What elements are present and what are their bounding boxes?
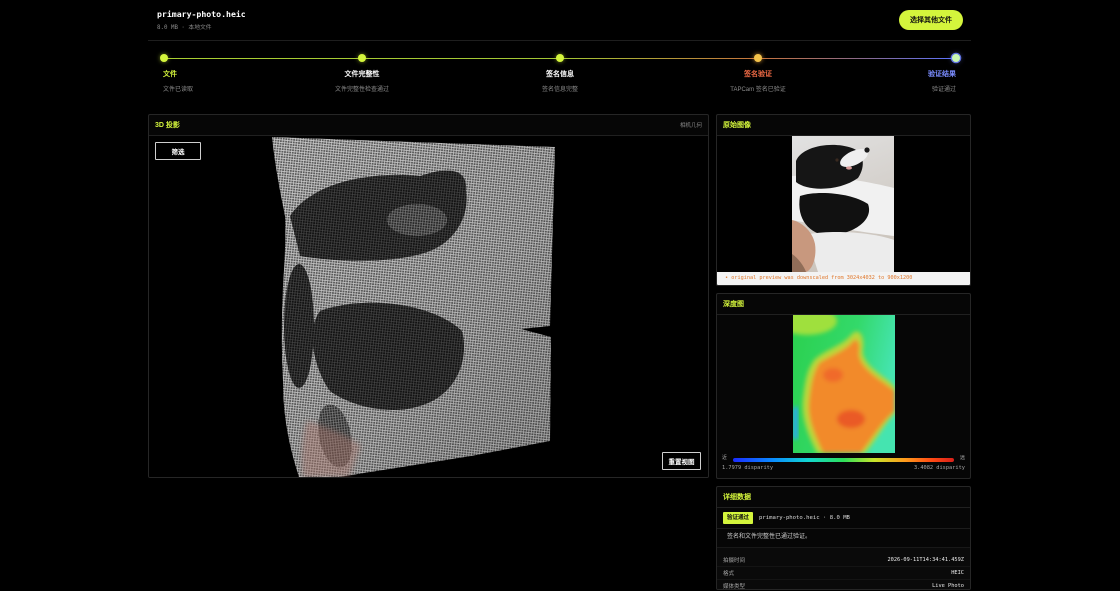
step-label: 文件完整性 bbox=[344, 71, 380, 78]
details-divider bbox=[717, 528, 970, 529]
detail-rows: 拍摄时间 2026-09-11T14:34:41.459Z 格式 HEIC 媒体… bbox=[717, 547, 970, 589]
step-label: 文件 bbox=[163, 71, 177, 78]
status-badge: 验证通过 bbox=[723, 512, 754, 524]
step-status: 文件完整性检查通过 bbox=[334, 87, 389, 93]
face-highlight bbox=[387, 204, 447, 236]
projection-title: 3D 投影 bbox=[155, 122, 180, 129]
app: primary-photo.heic 8.0 MB · 本地文件 选择其他文件 … bbox=[0, 0, 1120, 591]
detail-row: 媒体类型 Live Photo bbox=[717, 579, 970, 590]
dog-nose bbox=[864, 147, 870, 153]
original-image-panel: 原始图像 • original preview was downscaled f… bbox=[716, 114, 971, 286]
details-panel: 详细数据 验证通过 primary-photo.heic · 8.0 MB 签名… bbox=[716, 486, 971, 590]
detail-row: 格式 HEIC bbox=[717, 566, 970, 579]
original-image bbox=[792, 136, 894, 272]
point-cloud-viewport[interactable]: 筛选 重置视图 bbox=[149, 136, 708, 477]
step-signature-check: 签名验证 TAPCam 签名已验证 bbox=[698, 70, 818, 94]
file-summary: primary-photo.heic · 8.0 MB bbox=[759, 515, 850, 521]
projection-panel: 3D 投影 相机几何 筛选 重置视图 bbox=[148, 114, 709, 478]
depth-min-value: 1.7979 disparity bbox=[722, 465, 774, 471]
depth-map-image bbox=[793, 315, 895, 453]
filter-button[interactable]: 筛选 bbox=[155, 142, 201, 160]
dog-belly bbox=[810, 232, 894, 272]
detail-value: Live Photo bbox=[932, 583, 964, 589]
dog-tongue bbox=[846, 166, 852, 170]
step-signature-info: 签名信息 签名信息完整 bbox=[500, 70, 620, 94]
step-file: 文件 文件已读取 bbox=[163, 70, 283, 94]
step-dot-integrity bbox=[358, 54, 366, 62]
detail-key: 媒体类型 bbox=[723, 584, 746, 590]
step-status: TAPCam 签名已验证 bbox=[730, 87, 786, 93]
dog-eye bbox=[835, 158, 839, 162]
header-divider bbox=[148, 40, 971, 41]
depth-color-bar bbox=[733, 458, 954, 462]
depth-map-header: 深度图 bbox=[717, 294, 970, 315]
downscale-note: • original preview was downscaled from 3… bbox=[717, 272, 970, 285]
point-cloud-render bbox=[272, 137, 555, 477]
detail-key: 拍摄时间 bbox=[723, 558, 746, 564]
depth-hot-spot bbox=[823, 368, 843, 382]
neck-region bbox=[284, 264, 314, 388]
step-integrity: 文件完整性 文件完整性检查通过 bbox=[302, 70, 422, 94]
projection-panel-header: 3D 投影 相机几何 bbox=[149, 115, 708, 136]
depth-map-panel: 深度图 近 远 1.7979 disparity 3.4082 disparit… bbox=[716, 293, 971, 479]
depth-max-value: 3.4082 disparity bbox=[913, 465, 965, 471]
details-header: 详细数据 bbox=[717, 487, 970, 508]
original-photo-render bbox=[792, 136, 894, 272]
original-image-title: 原始图像 bbox=[723, 122, 751, 129]
body-region bbox=[312, 302, 465, 411]
depth-near-label: 近 bbox=[722, 455, 728, 461]
projection-mode-label: 相机几何 bbox=[679, 123, 702, 129]
detail-row: 拍摄时间 2026-09-11T14:34:41.459Z bbox=[717, 554, 970, 566]
file-name-title: primary-photo.heic bbox=[157, 9, 246, 19]
depth-far-edge bbox=[793, 407, 798, 439]
step-dot-signature-info bbox=[556, 54, 564, 62]
detail-value: 2026-09-11T14:34:41.459Z bbox=[887, 557, 964, 563]
step-dot-signature-check bbox=[754, 54, 762, 62]
step-label: 验证结果 bbox=[928, 71, 956, 78]
depth-hot-spot bbox=[837, 410, 865, 428]
depth-far-label: 远 bbox=[959, 455, 965, 461]
step-status: 文件已读取 bbox=[163, 87, 194, 93]
step-result: 验证结果 验证通过 bbox=[836, 70, 956, 94]
file-meta: 8.0 MB · 本地文件 bbox=[157, 25, 212, 31]
detail-key: 格式 bbox=[723, 571, 735, 577]
step-dot-file bbox=[160, 54, 168, 62]
step-dot-result bbox=[952, 54, 960, 62]
details-title: 详细数据 bbox=[723, 494, 751, 501]
original-image-header: 原始图像 bbox=[717, 115, 970, 136]
step-label: 签名信息 bbox=[546, 71, 574, 78]
reset-view-button[interactable]: 重置视图 bbox=[662, 452, 701, 470]
verification-message: 签名和文件完整性已通过验证。 bbox=[727, 534, 812, 540]
step-label: 签名验证 bbox=[744, 71, 772, 78]
detail-value: HEIC bbox=[951, 570, 964, 576]
depth-map-title: 深度图 bbox=[723, 301, 744, 308]
original-image-area bbox=[717, 136, 970, 272]
depth-map-render bbox=[793, 315, 895, 453]
step-status: 签名信息完整 bbox=[541, 87, 578, 93]
step-status: 验证通过 bbox=[931, 87, 956, 93]
choose-other-file-button[interactable]: 选择其他文件 bbox=[899, 10, 963, 30]
